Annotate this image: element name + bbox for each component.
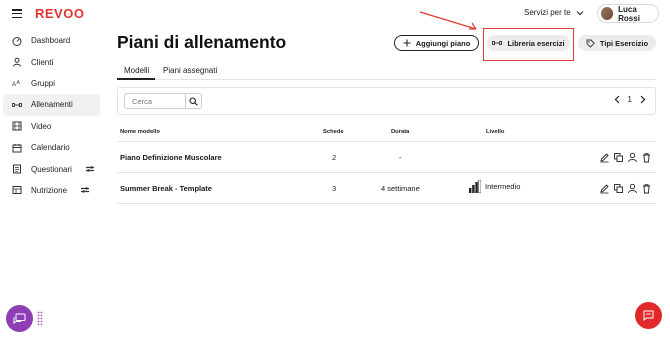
user-name: Luca Rossi [618, 4, 640, 23]
page-number: 1 [627, 95, 632, 104]
search-input[interactable] [124, 93, 186, 109]
sidebar-item-label: Dashboard [31, 36, 71, 46]
sidebar-item-dashboard[interactable]: Dashboard [3, 30, 100, 51]
user-menu[interactable]: Luca Rossi [597, 4, 659, 23]
assign-user-icon[interactable] [627, 152, 638, 163]
table-row[interactable]: Piano Definizione Muscolare 2 - [117, 142, 656, 173]
sidebar-item-nutrizione[interactable]: Nutrizione [3, 180, 100, 201]
drag-handle-icon[interactable] [37, 311, 43, 326]
services-label: Servizi per te [524, 8, 571, 17]
exercise-library-label: Libreria esercizi [507, 38, 565, 48]
food-icon [12, 186, 22, 195]
model-durata: 4 settimane [381, 184, 420, 193]
table-header: Nome modello Schede Durata Livello [117, 123, 656, 142]
toggle-icon [85, 166, 94, 172]
trash-icon[interactable] [641, 183, 652, 194]
chat-widget-button[interactable] [6, 305, 33, 332]
model-schede: 2 [332, 153, 337, 162]
sidebar-item-label: Nutrizione [31, 185, 68, 195]
sidebar-item-label: Gruppi [31, 78, 56, 88]
model-schede: 3 [332, 184, 337, 193]
sidebar-item-label: Video [31, 121, 52, 131]
page-title: Piani di allenamento [117, 32, 287, 52]
model-level-label: Intermedio [485, 182, 521, 191]
add-plan-button[interactable]: Aggiungi piano [394, 35, 479, 51]
filter-bar: 1 [117, 87, 656, 115]
exercise-types-label: Tipi Esercizio [599, 38, 649, 48]
sidebar-item-gruppi[interactable]: AA Gruppi [3, 73, 100, 94]
calendar-icon [12, 143, 22, 153]
chevron-right-icon[interactable] [640, 95, 646, 104]
tab-bar: Modelli Piani assegnati [117, 64, 656, 80]
services-dropdown[interactable]: Servizi per te [524, 8, 584, 17]
row-actions [599, 152, 652, 163]
sidebar-item-clienti[interactable]: Clienti [3, 51, 100, 72]
model-name: Summer Break - Template [120, 184, 212, 193]
column-header[interactable]: Durata [391, 129, 409, 135]
models-table: Nome modello Schede Durata Livello Piano… [117, 123, 656, 204]
tab-modelli[interactable]: Modelli [124, 66, 149, 75]
copy-icon[interactable] [613, 183, 624, 194]
row-actions [599, 183, 652, 194]
active-tab-indicator [117, 78, 155, 80]
app-logo[interactable]: REVOO [35, 6, 84, 21]
sidebar: Dashboard Clienti AA Gruppi Allenamenti … [3, 30, 100, 201]
trash-icon[interactable] [641, 152, 652, 163]
dumbbell-icon [492, 41, 503, 45]
user-icon [13, 57, 21, 67]
assign-user-icon[interactable] [627, 183, 638, 194]
column-header[interactable]: Nome modello [120, 129, 160, 135]
search-icon [189, 96, 198, 106]
sidebar-item-label: Clienti [31, 57, 54, 67]
tab-piani-assegnati[interactable]: Piani assegnati [163, 66, 217, 75]
exercise-library-button[interactable]: Libreria esercizi [487, 35, 570, 51]
sidebar-item-allenamenti[interactable]: Allenamenti [3, 94, 100, 116]
sidebar-item-questionari[interactable]: Questionari [3, 158, 100, 179]
pagination: 1 [614, 95, 646, 104]
tag-icon [586, 39, 595, 48]
model-level: Intermedio [469, 180, 520, 193]
video-icon [12, 121, 22, 131]
dumbbell-icon [12, 102, 22, 107]
chat-icon [13, 313, 26, 324]
message-icon [643, 310, 654, 321]
chevron-down-icon [576, 10, 584, 15]
copy-icon[interactable] [613, 152, 624, 163]
sidebar-item-video[interactable]: Video [3, 116, 100, 137]
dashboard-icon [12, 36, 22, 46]
model-durata: - [399, 153, 402, 162]
add-plan-label: Aggiungi piano [415, 38, 471, 48]
column-header[interactable]: Livello [486, 129, 504, 135]
sidebar-item-label: Calendario [31, 143, 70, 153]
top-bar: REVOO Servizi per te Luca Rossi [0, 0, 670, 28]
edit-icon[interactable] [599, 152, 610, 163]
sidebar-item-label: Allenamenti [31, 100, 73, 110]
plus-icon [403, 39, 411, 47]
document-icon [13, 164, 21, 174]
svg-text:A: A [12, 82, 16, 88]
search-button[interactable] [185, 93, 202, 109]
edit-icon[interactable] [599, 183, 610, 194]
exercise-types-button[interactable]: Tipi Esercizio [578, 35, 656, 51]
avatar [601, 7, 614, 20]
hamburger-menu-icon[interactable] [12, 9, 22, 19]
toggle-icon [81, 187, 90, 194]
model-name: Piano Definizione Muscolare [120, 153, 222, 162]
column-header[interactable]: Schede [323, 129, 344, 135]
svg-text:A: A [17, 80, 21, 86]
table-row[interactable]: Summer Break - Template 3 4 settimane In… [117, 173, 656, 204]
group-icon: AA [12, 80, 21, 88]
chevron-left-icon[interactable] [614, 95, 620, 104]
sidebar-item-calendario[interactable]: Calendario [3, 137, 100, 158]
support-chat-button[interactable] [635, 302, 662, 329]
sidebar-item-label: Questionari [31, 164, 72, 174]
level-bars-icon [469, 180, 481, 193]
